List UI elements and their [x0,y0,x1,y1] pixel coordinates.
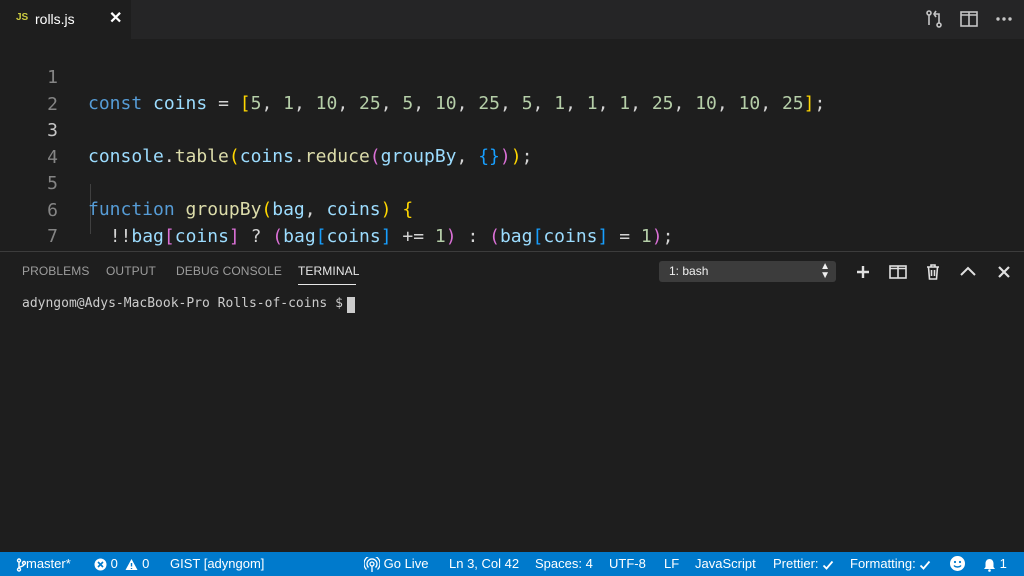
open-changes-icon[interactable] [923,8,945,30]
branch-name: master* [26,556,71,571]
split-terminal-icon[interactable] [888,262,908,282]
cursor-position[interactable]: Ln 3, Col 42 [449,556,519,571]
warning-icon [125,559,138,571]
tab-title: rolls.js [35,11,75,27]
terminal-cursor [347,297,355,313]
go-live-label: Go Live [383,556,429,571]
new-terminal-icon[interactable] [853,262,873,282]
check-icon [823,560,834,570]
close-tab-icon[interactable]: ✕ [109,8,122,28]
tab-output[interactable]: OUTPUT [106,264,156,278]
code-line: 5 function groupBy(bag, coins) { [0,145,1024,220]
notifications-status[interactable]: 1 [983,556,1007,572]
code-line: 2 [0,66,1024,115]
tab-debug-console[interactable]: DEBUG CONSOLE [176,264,282,278]
error-count: 0 [110,556,118,571]
code-line: 8 } [0,225,1024,300]
terminal-selector[interactable]: 1: bash ▲ ▼ [659,261,836,282]
bell-icon [984,558,995,572]
formatting-status[interactable]: Formatting: [850,556,931,571]
git-branch-icon [16,557,26,572]
check-icon [920,560,931,570]
tab-bar: JS rolls.js ✕ [0,0,1024,39]
notification-count: 1 [999,556,1007,571]
encoding[interactable]: UTF-8 [609,556,646,571]
active-tab-indicator [298,284,356,285]
tab-rolls-js[interactable]: JS rolls.js ✕ [0,0,131,39]
bottom-panel: PROBLEMS OUTPUT DEBUG CONSOLE TERMINAL 1… [0,252,1024,552]
maximize-panel-icon[interactable] [958,262,978,282]
code-line: 1 const coins = [5, 1, 10, 25, 5, 10, 25… [0,39,1024,114]
language-mode[interactable]: JavaScript [695,556,756,571]
trash-icon[interactable] [923,262,943,282]
problems-status[interactable]: 0 0 [94,556,149,571]
prettier-label: Prettier: [773,556,819,571]
warning-count: 0 [142,556,150,571]
code-line: 4 [0,119,1024,168]
end-of-line[interactable]: LF [664,556,679,571]
tab-terminal[interactable]: TERMINAL [298,264,359,278]
code-line: 6 !!bag[coins] ? (bag[coins] += 1) : (ba… [0,172,1024,247]
terminal-selector-value: 1: bash [669,264,709,278]
branch-status[interactable]: master* [16,556,71,572]
code-line-active: 3 console.table(coins.reduce(groupBy, {}… [0,92,1024,167]
feedback-smiley-icon[interactable] [949,555,966,572]
terminal-prompt[interactable]: adyngom@Adys-MacBook-Pro Rolls-of-coins … [22,296,351,311]
error-icon [94,558,107,571]
prettier-status[interactable]: Prettier: [773,556,834,571]
formatting-label: Formatting: [850,556,916,571]
updown-caret-icon: ▲ ▼ [820,261,830,281]
broadcast-icon [364,556,380,572]
code-line: 7 return { ...bag }; [0,198,1024,273]
javascript-file-icon: JS [16,12,29,23]
gist-status[interactable]: GIST [adyngom] [170,556,264,571]
more-actions-icon[interactable] [993,8,1015,30]
split-editor-icon[interactable] [958,8,980,30]
close-panel-icon[interactable] [994,262,1014,282]
go-live-button[interactable]: Go Live [364,556,428,573]
indentation[interactable]: Spaces: 4 [535,556,593,571]
status-bar: master* 0 0 GIST [adyngom] Go Live Ln 3,… [0,552,1024,576]
code-editor[interactable]: 1 const coins = [5, 1, 10, 25, 5, 10, 25… [0,39,1024,300]
tab-problems[interactable]: PROBLEMS [22,264,90,278]
